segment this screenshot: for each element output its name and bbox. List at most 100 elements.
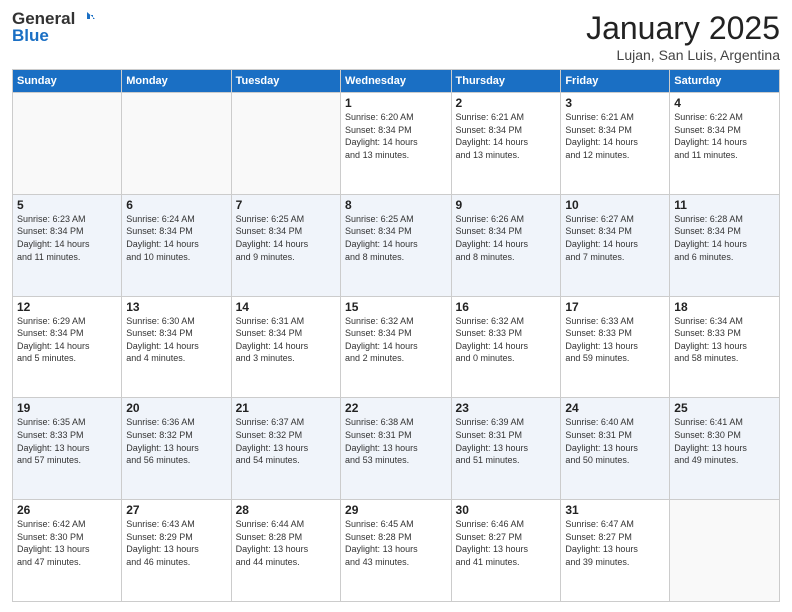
calendar-cell: 2Sunrise: 6:21 AM Sunset: 8:34 PM Daylig… [451, 93, 561, 195]
day-info: Sunrise: 6:29 AM Sunset: 8:34 PM Dayligh… [17, 315, 117, 365]
weekday-header-row: SundayMondayTuesdayWednesdayThursdayFrid… [13, 70, 780, 93]
calendar-cell: 31Sunrise: 6:47 AM Sunset: 8:27 PM Dayli… [561, 500, 670, 602]
day-number: 23 [456, 401, 557, 415]
day-info: Sunrise: 6:43 AM Sunset: 8:29 PM Dayligh… [126, 518, 226, 568]
calendar-cell: 8Sunrise: 6:25 AM Sunset: 8:34 PM Daylig… [341, 194, 451, 296]
day-info: Sunrise: 6:46 AM Sunset: 8:27 PM Dayligh… [456, 518, 557, 568]
day-info: Sunrise: 6:37 AM Sunset: 8:32 PM Dayligh… [236, 416, 336, 466]
day-number: 15 [345, 300, 446, 314]
day-info: Sunrise: 6:27 AM Sunset: 8:34 PM Dayligh… [565, 213, 665, 263]
logo-container: General Blue [12, 10, 95, 45]
day-number: 13 [126, 300, 226, 314]
day-number: 8 [345, 198, 446, 212]
calendar-cell [670, 500, 780, 602]
calendar: SundayMondayTuesdayWednesdayThursdayFrid… [12, 69, 780, 602]
day-number: 9 [456, 198, 557, 212]
calendar-cell: 15Sunrise: 6:32 AM Sunset: 8:34 PM Dayli… [341, 296, 451, 398]
day-info: Sunrise: 6:25 AM Sunset: 8:34 PM Dayligh… [236, 213, 336, 263]
calendar-cell: 20Sunrise: 6:36 AM Sunset: 8:32 PM Dayli… [122, 398, 231, 500]
day-number: 20 [126, 401, 226, 415]
day-info: Sunrise: 6:26 AM Sunset: 8:34 PM Dayligh… [456, 213, 557, 263]
day-info: Sunrise: 6:38 AM Sunset: 8:31 PM Dayligh… [345, 416, 446, 466]
week-row-5: 26Sunrise: 6:42 AM Sunset: 8:30 PM Dayli… [13, 500, 780, 602]
logo: General Blue [12, 10, 95, 45]
day-info: Sunrise: 6:32 AM Sunset: 8:33 PM Dayligh… [456, 315, 557, 365]
header: General Blue January 2025 Lujan, San Lui… [12, 10, 780, 63]
week-row-2: 5Sunrise: 6:23 AM Sunset: 8:34 PM Daylig… [13, 194, 780, 296]
calendar-cell: 17Sunrise: 6:33 AM Sunset: 8:33 PM Dayli… [561, 296, 670, 398]
calendar-cell: 5Sunrise: 6:23 AM Sunset: 8:34 PM Daylig… [13, 194, 122, 296]
day-number: 26 [17, 503, 117, 517]
day-number: 24 [565, 401, 665, 415]
day-info: Sunrise: 6:40 AM Sunset: 8:31 PM Dayligh… [565, 416, 665, 466]
calendar-cell: 7Sunrise: 6:25 AM Sunset: 8:34 PM Daylig… [231, 194, 340, 296]
calendar-cell: 27Sunrise: 6:43 AM Sunset: 8:29 PM Dayli… [122, 500, 231, 602]
weekday-header-saturday: Saturday [670, 70, 780, 93]
day-info: Sunrise: 6:36 AM Sunset: 8:32 PM Dayligh… [126, 416, 226, 466]
calendar-cell: 30Sunrise: 6:46 AM Sunset: 8:27 PM Dayli… [451, 500, 561, 602]
week-row-1: 1Sunrise: 6:20 AM Sunset: 8:34 PM Daylig… [13, 93, 780, 195]
day-info: Sunrise: 6:25 AM Sunset: 8:34 PM Dayligh… [345, 213, 446, 263]
day-info: Sunrise: 6:30 AM Sunset: 8:34 PM Dayligh… [126, 315, 226, 365]
weekday-header-friday: Friday [561, 70, 670, 93]
day-number: 17 [565, 300, 665, 314]
calendar-cell: 24Sunrise: 6:40 AM Sunset: 8:31 PM Dayli… [561, 398, 670, 500]
day-info: Sunrise: 6:23 AM Sunset: 8:34 PM Dayligh… [17, 213, 117, 263]
calendar-cell [231, 93, 340, 195]
calendar-cell: 10Sunrise: 6:27 AM Sunset: 8:34 PM Dayli… [561, 194, 670, 296]
day-info: Sunrise: 6:39 AM Sunset: 8:31 PM Dayligh… [456, 416, 557, 466]
calendar-cell: 11Sunrise: 6:28 AM Sunset: 8:34 PM Dayli… [670, 194, 780, 296]
day-number: 16 [456, 300, 557, 314]
day-number: 21 [236, 401, 336, 415]
weekday-header-tuesday: Tuesday [231, 70, 340, 93]
calendar-cell: 4Sunrise: 6:22 AM Sunset: 8:34 PM Daylig… [670, 93, 780, 195]
day-info: Sunrise: 6:44 AM Sunset: 8:28 PM Dayligh… [236, 518, 336, 568]
month-title: January 2025 [586, 10, 780, 47]
day-info: Sunrise: 6:22 AM Sunset: 8:34 PM Dayligh… [674, 111, 775, 161]
day-number: 19 [17, 401, 117, 415]
day-number: 4 [674, 96, 775, 110]
calendar-cell: 12Sunrise: 6:29 AM Sunset: 8:34 PM Dayli… [13, 296, 122, 398]
day-info: Sunrise: 6:47 AM Sunset: 8:27 PM Dayligh… [565, 518, 665, 568]
page: General Blue January 2025 Lujan, San Lui… [0, 0, 792, 612]
day-info: Sunrise: 6:34 AM Sunset: 8:33 PM Dayligh… [674, 315, 775, 365]
day-info: Sunrise: 6:28 AM Sunset: 8:34 PM Dayligh… [674, 213, 775, 263]
calendar-cell: 1Sunrise: 6:20 AM Sunset: 8:34 PM Daylig… [341, 93, 451, 195]
day-number: 31 [565, 503, 665, 517]
calendar-cell: 22Sunrise: 6:38 AM Sunset: 8:31 PM Dayli… [341, 398, 451, 500]
day-number: 29 [345, 503, 446, 517]
day-number: 2 [456, 96, 557, 110]
day-info: Sunrise: 6:21 AM Sunset: 8:34 PM Dayligh… [565, 111, 665, 161]
day-number: 3 [565, 96, 665, 110]
day-info: Sunrise: 6:33 AM Sunset: 8:33 PM Dayligh… [565, 315, 665, 365]
day-info: Sunrise: 6:32 AM Sunset: 8:34 PM Dayligh… [345, 315, 446, 365]
day-info: Sunrise: 6:20 AM Sunset: 8:34 PM Dayligh… [345, 111, 446, 161]
calendar-cell: 21Sunrise: 6:37 AM Sunset: 8:32 PM Dayli… [231, 398, 340, 500]
day-number: 1 [345, 96, 446, 110]
calendar-cell: 3Sunrise: 6:21 AM Sunset: 8:34 PM Daylig… [561, 93, 670, 195]
calendar-cell: 13Sunrise: 6:30 AM Sunset: 8:34 PM Dayli… [122, 296, 231, 398]
calendar-cell: 23Sunrise: 6:39 AM Sunset: 8:31 PM Dayli… [451, 398, 561, 500]
day-number: 5 [17, 198, 117, 212]
calendar-cell: 19Sunrise: 6:35 AM Sunset: 8:33 PM Dayli… [13, 398, 122, 500]
calendar-cell: 28Sunrise: 6:44 AM Sunset: 8:28 PM Dayli… [231, 500, 340, 602]
calendar-cell: 9Sunrise: 6:26 AM Sunset: 8:34 PM Daylig… [451, 194, 561, 296]
calendar-cell: 14Sunrise: 6:31 AM Sunset: 8:34 PM Dayli… [231, 296, 340, 398]
day-number: 18 [674, 300, 775, 314]
weekday-header-wednesday: Wednesday [341, 70, 451, 93]
calendar-cell [13, 93, 122, 195]
day-info: Sunrise: 6:42 AM Sunset: 8:30 PM Dayligh… [17, 518, 117, 568]
day-info: Sunrise: 6:21 AM Sunset: 8:34 PM Dayligh… [456, 111, 557, 161]
weekday-header-thursday: Thursday [451, 70, 561, 93]
day-info: Sunrise: 6:45 AM Sunset: 8:28 PM Dayligh… [345, 518, 446, 568]
day-number: 12 [17, 300, 117, 314]
calendar-cell: 18Sunrise: 6:34 AM Sunset: 8:33 PM Dayli… [670, 296, 780, 398]
day-info: Sunrise: 6:24 AM Sunset: 8:34 PM Dayligh… [126, 213, 226, 263]
location: Lujan, San Luis, Argentina [586, 47, 780, 63]
weekday-header-sunday: Sunday [13, 70, 122, 93]
calendar-cell: 26Sunrise: 6:42 AM Sunset: 8:30 PM Dayli… [13, 500, 122, 602]
calendar-cell [122, 93, 231, 195]
day-number: 28 [236, 503, 336, 517]
day-number: 27 [126, 503, 226, 517]
day-info: Sunrise: 6:41 AM Sunset: 8:30 PM Dayligh… [674, 416, 775, 466]
